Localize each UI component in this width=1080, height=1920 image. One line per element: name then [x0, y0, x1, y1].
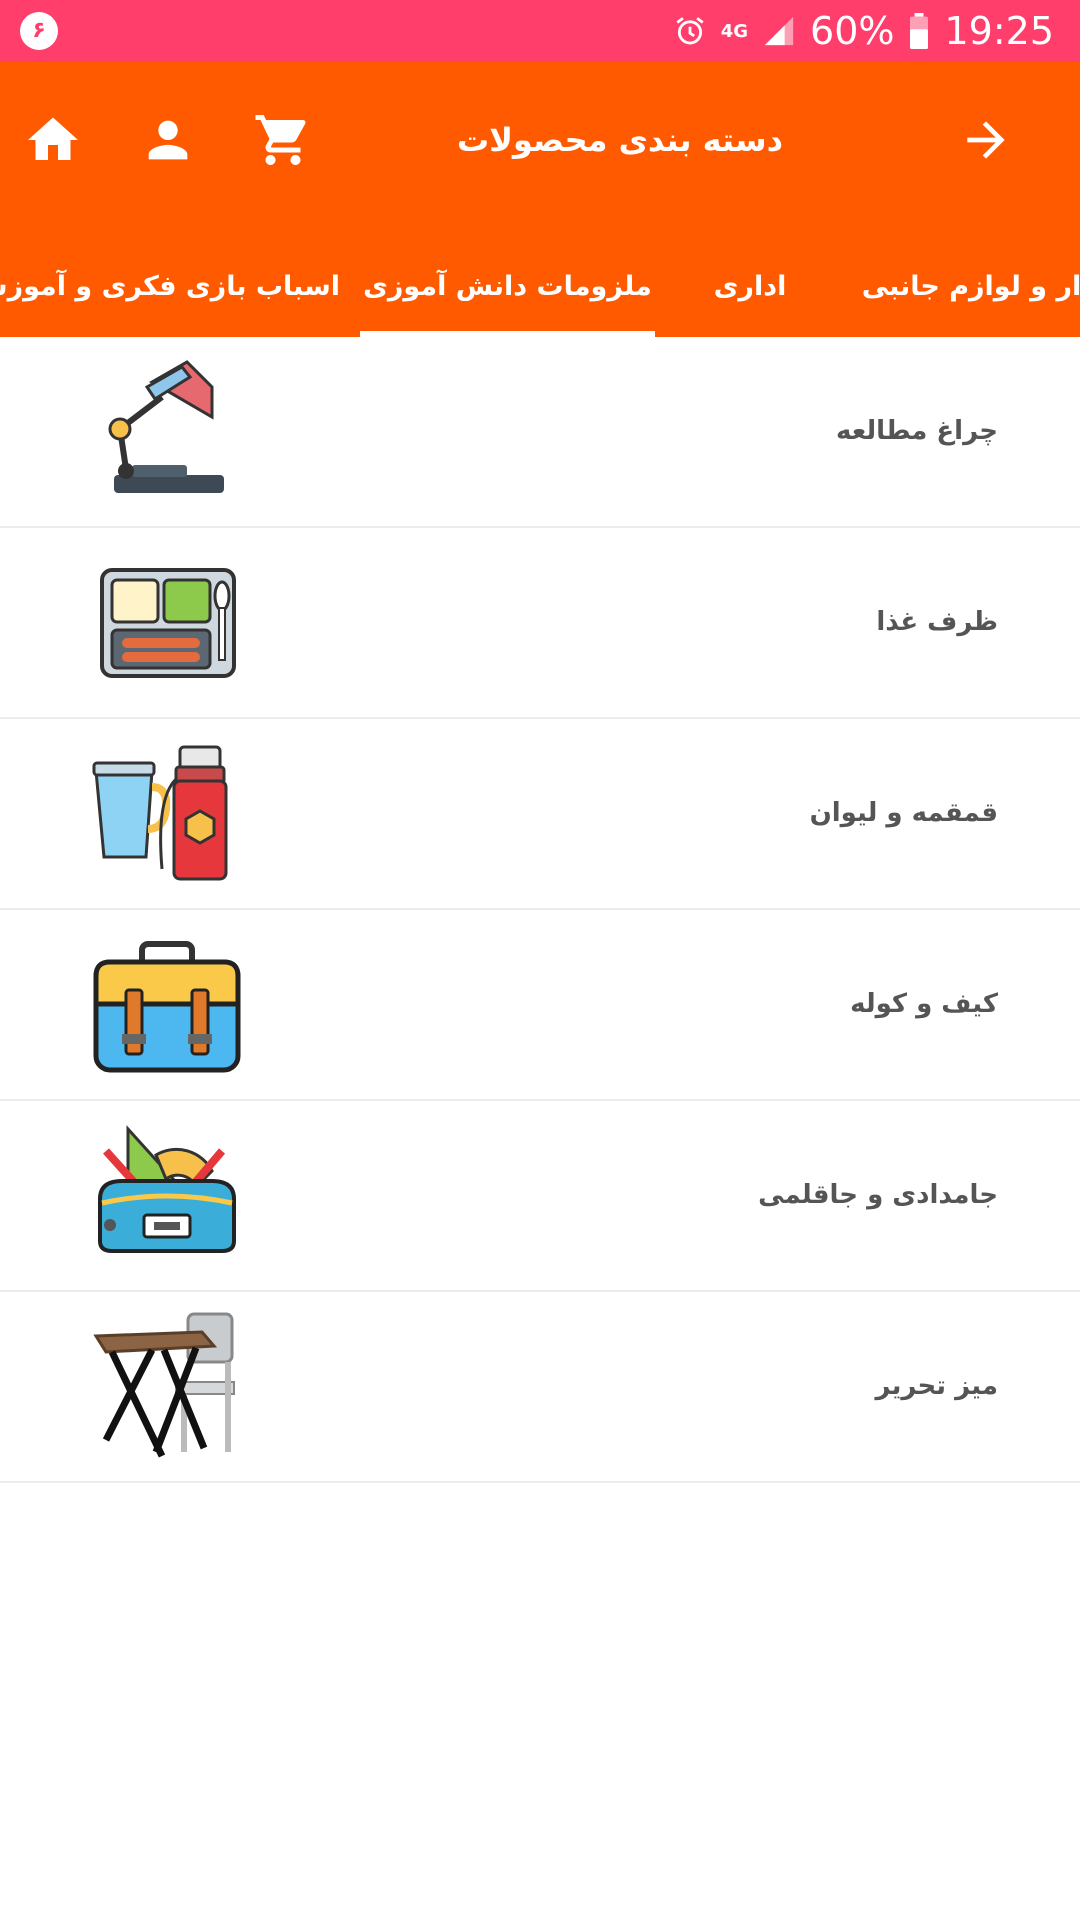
- person-icon[interactable]: [130, 102, 206, 178]
- notification-badge: ۶: [20, 12, 58, 50]
- list-item[interactable]: چراغ مطالعه: [0, 337, 1080, 528]
- toolbar: دسته بندی محصولات: [0, 62, 1080, 212]
- category-label: چراغ مطالعه: [835, 416, 998, 446]
- category-tabs: افزار و لوازم جانبی اداری ملزومات دانش آ…: [0, 237, 1080, 337]
- tab-office[interactable]: اداری: [690, 237, 810, 337]
- writing-desk-icon: [92, 1312, 242, 1462]
- pencil-case-icon: [92, 1121, 242, 1271]
- category-label: جامدادی و جاقلمی: [758, 1180, 998, 1210]
- category-label: میز تحریر: [875, 1371, 998, 1401]
- list-item[interactable]: ظرف غذا: [0, 528, 1080, 719]
- signal-icon: [762, 14, 796, 48]
- desk-lamp-icon: [92, 357, 242, 507]
- status-bar: ۶ 4G 60% 19:25: [0, 0, 1080, 62]
- flask-and-cup-icon: [92, 739, 242, 889]
- status-indicators: 4G 60% 19:25: [673, 0, 1054, 62]
- tab-educational-toys[interactable]: اسباب بازی فکری و آموزشی: [0, 237, 340, 337]
- battery-icon: [908, 13, 930, 49]
- school-bag-icon: [92, 930, 242, 1080]
- battery-percent: 60%: [810, 9, 895, 53]
- category-label: کیف و کوله: [850, 989, 998, 1019]
- list-item[interactable]: جامدادی و جاقلمی: [0, 1101, 1080, 1292]
- clock: 19:25: [944, 9, 1054, 53]
- list-item[interactable]: میز تحریر: [0, 1292, 1080, 1483]
- category-list: چراغ مطالعه ظرف غذا قمقمه و لیوان کیف و …: [0, 337, 1080, 1483]
- lunch-box-icon: [92, 548, 242, 698]
- network-type: 4G: [720, 20, 749, 42]
- tab-accessories[interactable]: افزار و لوازم جانبی: [862, 237, 1080, 337]
- cart-icon[interactable]: [245, 102, 321, 178]
- home-icon[interactable]: [15, 102, 91, 178]
- list-item[interactable]: قمقمه و لیوان: [0, 719, 1080, 910]
- category-label: قمقمه و لیوان: [809, 798, 998, 828]
- alarm-icon: [673, 14, 707, 48]
- list-item[interactable]: کیف و کوله: [0, 910, 1080, 1101]
- tab-student-supplies[interactable]: ملزومات دانش آموزی: [360, 237, 655, 337]
- category-label: ظرف غذا: [876, 607, 998, 637]
- page-title: دسته بندی محصولات: [457, 121, 783, 159]
- arrow-forward-icon[interactable]: [948, 102, 1024, 178]
- app-bar: دسته بندی محصولات افزار و لوازم جانبی اد…: [0, 62, 1080, 337]
